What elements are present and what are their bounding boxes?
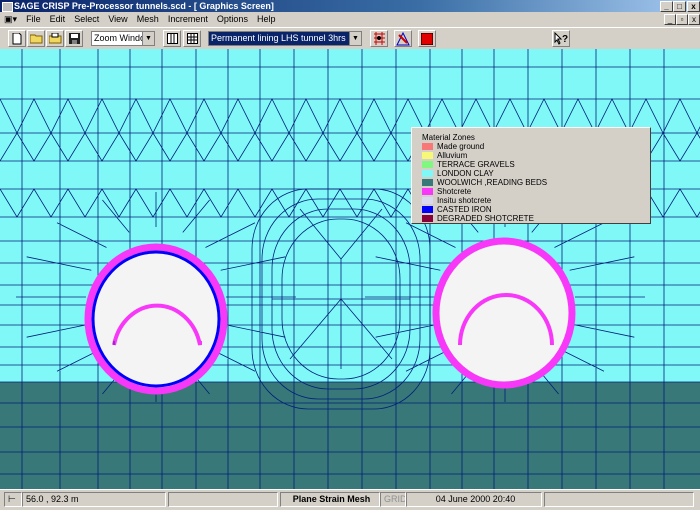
toolbar: Zoom Window ▼ Permanent lining LHS tunne… xyxy=(0,27,700,51)
maximize-button[interactable]: □ xyxy=(673,1,686,12)
legend-label: TERRACE GRAVELS xyxy=(437,160,515,169)
legend-label: Made ground xyxy=(437,142,485,151)
mdi-minimize-button[interactable]: _ xyxy=(664,14,676,25)
help-pointer-icon[interactable]: ? xyxy=(552,30,570,47)
menu-options[interactable]: Options xyxy=(214,12,251,26)
title-bar: SAGE CRISP Pre-Processor tunnels.scd - [… xyxy=(0,0,700,12)
legend-label: LONDON CLAY xyxy=(437,169,494,178)
legend-item: WOOLWICH ,READING BEDS xyxy=(422,178,547,187)
status-datetime: 04 June 2000 20:40 xyxy=(406,492,542,507)
increment-select[interactable]: Permanent lining LHS tunnel 3hrs ▼ xyxy=(208,31,362,46)
legend-label: Alluvium xyxy=(437,151,468,160)
status-spare xyxy=(544,492,694,507)
legend-label: DEGRADED SHOTCRETE xyxy=(437,214,534,223)
window-title: SAGE CRISP Pre-Processor tunnels.scd - [… xyxy=(14,1,274,11)
legend-label: Insitu shotcrete xyxy=(437,196,492,205)
mdi-document-icon[interactable]: ▣▾ xyxy=(0,12,20,26)
menu-increment[interactable]: Increment xyxy=(165,12,211,26)
legend-swatch xyxy=(422,152,433,159)
status-grid: GRID xyxy=(380,492,406,507)
menu-bar: ▣▾ File Edit Select View Mesh Increment … xyxy=(0,12,700,26)
legend-item: TERRACE GRAVELS xyxy=(422,160,515,169)
mdi-restore-button[interactable]: ▫ xyxy=(676,14,688,25)
svg-text:?: ? xyxy=(562,34,568,45)
close-button[interactable]: x xyxy=(687,1,700,12)
save-icon[interactable] xyxy=(65,30,83,47)
status-empty xyxy=(168,492,278,507)
legend-label: WOOLWICH ,READING BEDS xyxy=(437,178,548,187)
add-points-icon[interactable] xyxy=(370,30,388,47)
grid-icon[interactable] xyxy=(163,30,181,47)
legend-item: Made ground xyxy=(422,142,484,151)
new-file-icon[interactable] xyxy=(8,30,26,47)
mesh-view[interactable] xyxy=(0,49,700,489)
menu-file[interactable]: File xyxy=(23,12,44,26)
legend-title: Material Zones xyxy=(422,133,475,142)
material-zones-legend: Material Zones Made ground Alluvium TERRAC… xyxy=(411,127,651,224)
open-file-icon[interactable] xyxy=(46,30,64,47)
list-icon[interactable] xyxy=(183,30,201,47)
increment-value: Permanent lining LHS tunnel 3hrs xyxy=(211,33,346,43)
menu-view[interactable]: View xyxy=(105,12,130,26)
zoom-mode-select[interactable]: Zoom Window ▼ xyxy=(91,31,155,46)
status-mode: Plane Strain Mesh xyxy=(280,492,380,507)
legend-label: Shotcrete xyxy=(437,187,472,196)
legend-swatch xyxy=(422,197,433,204)
status-bar: ⊢ 56.0 , 92.3 m Plane Strain Mesh GRID 0… xyxy=(0,489,700,510)
woolwich-reading-beds-zone xyxy=(0,382,700,489)
legend-swatch xyxy=(422,206,433,213)
left-tunnel-lining xyxy=(84,243,228,395)
minimize-button[interactable]: _ xyxy=(660,1,673,12)
legend-swatch xyxy=(422,215,433,222)
legend-swatch xyxy=(422,143,433,150)
menu-mesh[interactable]: Mesh xyxy=(134,12,162,26)
open-folder-icon[interactable] xyxy=(27,30,45,47)
legend-item: Insitu shotcrete xyxy=(422,196,491,205)
coords-icon: ⊢ xyxy=(4,492,22,507)
status-coords: 56.0 , 92.3 m xyxy=(22,492,166,507)
menu-help[interactable]: Help xyxy=(254,12,279,26)
right-tunnel-lining xyxy=(432,237,576,389)
legend-item: DEGRADED SHOTCRETE xyxy=(422,214,534,223)
legend-item: Shotcrete xyxy=(422,187,471,196)
chevron-down-icon[interactable]: ▼ xyxy=(142,32,154,45)
legend-item: LONDON CLAY xyxy=(422,169,494,178)
menu-select[interactable]: Select xyxy=(71,12,102,26)
select-region-icon[interactable] xyxy=(394,30,412,47)
materials-icon[interactable] xyxy=(418,30,436,47)
legend-swatch xyxy=(422,179,433,186)
legend-item: CASTED IRON xyxy=(422,205,492,214)
chevron-down-icon[interactable]: ▼ xyxy=(349,32,361,45)
menu-edit[interactable]: Edit xyxy=(47,12,69,26)
legend-label: CASTED IRON xyxy=(437,205,492,214)
graphics-screen[interactable]: Material Zones Made ground Alluvium TERRAC… xyxy=(0,49,700,489)
mdi-close-button[interactable]: x xyxy=(688,14,700,25)
legend-swatch xyxy=(422,188,433,195)
legend-swatch xyxy=(422,170,433,177)
app-icon[interactable] xyxy=(2,2,13,12)
legend-item: Alluvium xyxy=(422,151,467,160)
legend-swatch xyxy=(422,161,433,168)
